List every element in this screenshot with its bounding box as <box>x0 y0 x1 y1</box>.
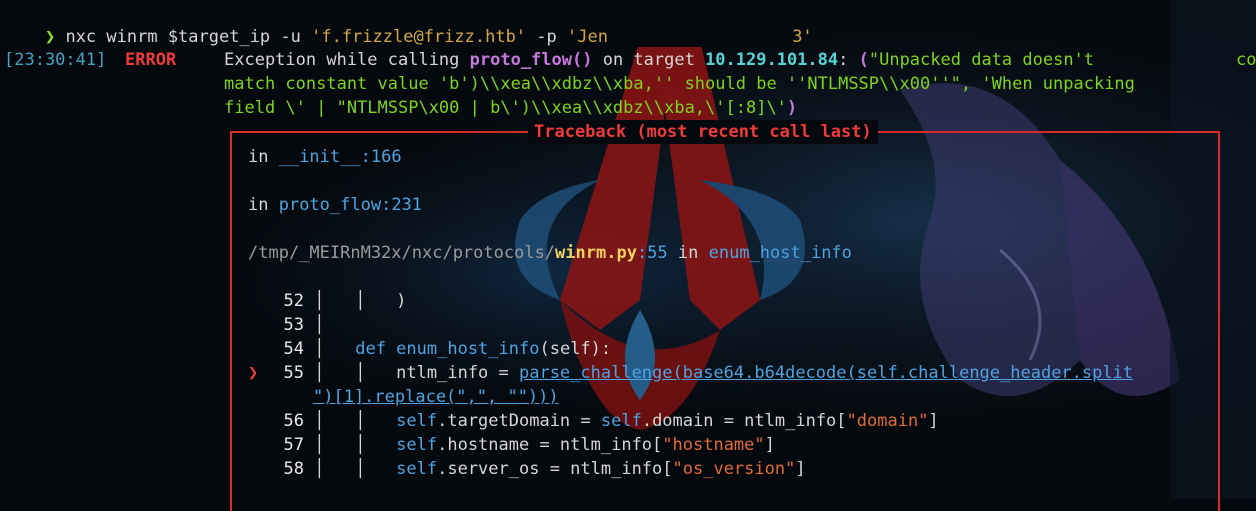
log-message-line-1: Exception while calling proto_flow() on … <box>224 50 1095 70</box>
log-message-line-2: match constant value 'b')\\xea\\xdbz\\xb… <box>224 74 1135 94</box>
log-level-badge: ERROR <box>125 50 177 70</box>
code-line-52: 52 │ │ ) <box>283 291 407 311</box>
command-args: winrm $target_ip -u <box>96 27 312 47</box>
code-line-56: 56 │ │ self.targetDomain = self.domain =… <box>283 411 939 431</box>
log-timestamp: [23:30:41] <box>4 50 107 70</box>
frame-path: /tmp/_MEIRnM32x/nxc/protocols/ <box>248 243 556 263</box>
log-overflow-text: co <box>1236 50 1256 70</box>
command-program: nxc <box>65 27 97 47</box>
frame-file: winrm.py <box>555 243 637 263</box>
log-message-line-3: field \' | "NTLMSSP\x00 | b\')\\xea\\xdb… <box>224 98 798 118</box>
traceback-frame-1: in __init__:166 <box>248 147 402 167</box>
traceback-title: Traceback (most recent call last) <box>528 120 878 144</box>
command-user: 'f.frizzle@frizz.htb' <box>311 27 527 47</box>
traceback-frame-3: /tmp/_MEIRnM32x/nxc/protocols/winrm.py:5… <box>248 243 852 263</box>
code-line-58: 58 │ │ self.server_os = ntlm_info["os_ve… <box>283 459 806 479</box>
current-line-marker-icon: ❯ <box>248 363 259 383</box>
code-line-53: 53 │ <box>283 315 325 335</box>
code-line-54: 54 │ def enum_host_info(self): <box>283 339 612 359</box>
log-function-name: proto_flow() <box>469 50 593 70</box>
log-target-ip: 10.129.101.84 <box>705 50 839 70</box>
command-password-start: 'Jen <box>567 27 608 47</box>
prompt-chevron-icon: ❯ <box>44 27 56 47</box>
password-redaction: __________________ <box>607 27 793 47</box>
code-line-55-continuation: ")[1].replace(",", ""))) <box>313 387 559 407</box>
command-password-end: 3' <box>792 27 813 47</box>
command-flag-p: -p <box>526 27 567 47</box>
traceback-frame-2: in proto_flow:231 <box>248 195 423 215</box>
code-line-57: 57 │ │ self.hostname = ntlm_info["hostna… <box>283 435 775 455</box>
code-line-55: 55 │ │ ntlm_info = parse_challenge(base6… <box>283 363 1134 383</box>
